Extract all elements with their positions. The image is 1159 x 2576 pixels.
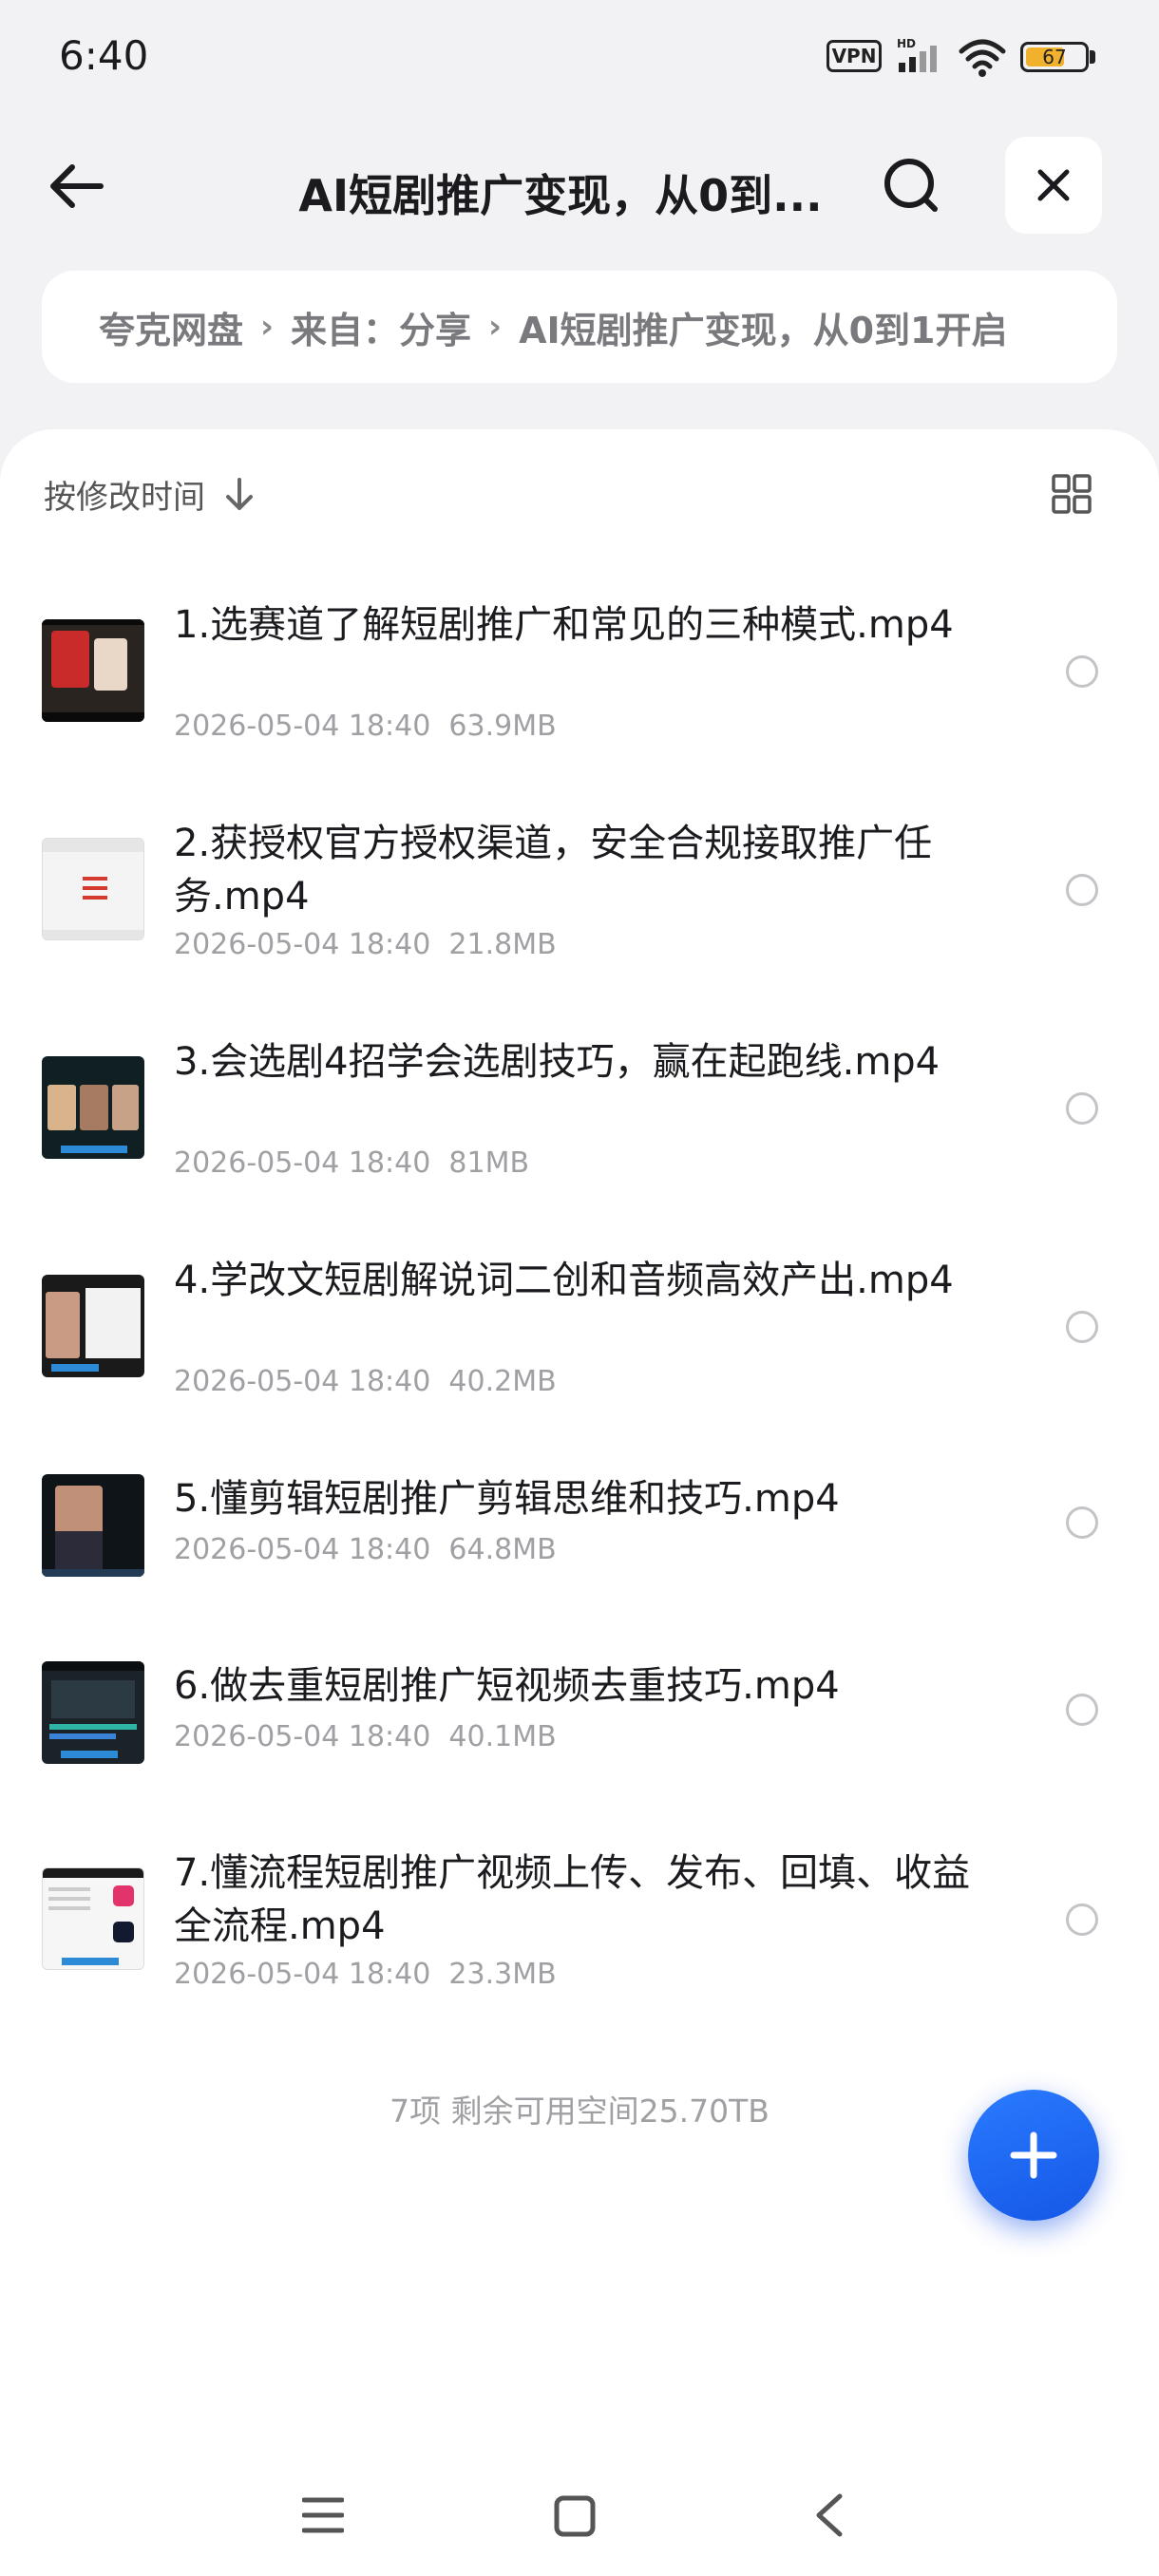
file-name: 6.做去重短剧推广短视频去重技巧.mp4 (174, 1664, 840, 1708)
video-thumbnail (42, 838, 144, 940)
file-name: 2.获授权官方授权渠道，安全合规接取推广任务.mp4 (174, 822, 933, 919)
select-radio[interactable] (1066, 1311, 1098, 1343)
file-size: 23.3MB (448, 1958, 557, 1991)
sort-label: 按修改时间 (44, 479, 205, 517)
video-thumbnail (42, 1474, 144, 1577)
file-size: 40.1MB (448, 1720, 557, 1753)
breadcrumb-separator: › (260, 308, 275, 346)
video-thumbnail (42, 1056, 144, 1159)
file-meta: 2026-05-04 18:40 63.9MB (174, 710, 557, 743)
video-thumbnail (42, 619, 144, 722)
sort-control[interactable]: 按修改时间 (44, 471, 256, 518)
plus-icon (1010, 2131, 1057, 2179)
close-icon (1037, 169, 1070, 201)
file-meta: 2026-05-04 18:40 23.3MB (174, 1958, 557, 1991)
file-size: 40.2MB (448, 1365, 557, 1398)
select-radio[interactable] (1066, 1694, 1098, 1726)
home-icon[interactable] (553, 2494, 597, 2538)
list-item[interactable]: 3.会选剧4招学会选剧技巧，赢在起跑线.mp4 2026-05-04 18:40… (0, 1009, 1159, 1199)
select-radio[interactable] (1066, 1506, 1098, 1539)
video-thumbnail (42, 1867, 144, 1970)
signal-icon: HD (897, 37, 937, 72)
menu-icon[interactable] (302, 2494, 344, 2536)
breadcrumb-item-share[interactable]: 来自：分享 (291, 301, 471, 353)
select-radio[interactable] (1066, 1092, 1098, 1125)
battery-percent: 67 (1042, 46, 1067, 68)
video-thumbnail (42, 1661, 144, 1764)
grid-view-icon[interactable] (1051, 473, 1092, 515)
arrow-down-icon (226, 477, 253, 510)
list-item[interactable]: 6.做去重短剧推广短视频去重技巧.mp4 2026-05-04 18:40 40… (0, 1633, 1159, 1823)
file-meta: 2026-05-04 18:40 40.1MB (174, 1720, 557, 1753)
select-radio[interactable] (1066, 874, 1098, 906)
back-chevron-icon[interactable] (811, 2492, 846, 2538)
search-icon[interactable] (878, 152, 946, 220)
add-button[interactable] (968, 2090, 1099, 2221)
file-meta: 2026-05-04 18:40 64.8MB (174, 1533, 557, 1566)
battery-tip (1090, 50, 1095, 64)
file-name: 1.选赛道了解短剧推广和常见的三种模式.mp4 (174, 603, 954, 647)
breadcrumb: 夸克网盘 › 来自：分享 › AI短剧推广变现，从0到1开启 (42, 271, 1117, 383)
vpn-badge: VPN (826, 40, 882, 72)
page-title: AI短剧推广变现，从0到... (298, 170, 823, 221)
wifi-icon (959, 39, 1006, 77)
list-item[interactable]: 2.获授权官方授权渠道，安全合规接取推广任务.mp4 2026-05-04 18… (0, 790, 1159, 980)
list-item[interactable]: 7.懂流程短剧推广视频上传、发布、回填、收益全流程.mp4 2026-05-04… (0, 1820, 1159, 2010)
list-item[interactable]: 4.学改文短剧解说词二创和音频高效产出.mp4 2026-05-04 18:40… (0, 1227, 1159, 1417)
file-meta: 2026-05-04 18:40 21.8MB (174, 928, 557, 961)
battery-icon: 67 (1020, 42, 1089, 72)
file-date: 2026-05-04 18:40 (174, 1533, 431, 1566)
network-type-label: HD (897, 37, 916, 50)
file-size: 64.8MB (448, 1533, 557, 1566)
file-name: 5.懂剪辑短剧推广剪辑思维和技巧.mp4 (174, 1477, 840, 1521)
file-meta: 2026-05-04 18:40 40.2MB (174, 1365, 557, 1398)
video-thumbnail (42, 1275, 144, 1377)
file-size: 81MB (448, 1146, 530, 1180)
file-date: 2026-05-04 18:40 (174, 710, 431, 743)
breadcrumb-item-root[interactable]: 夸克网盘 (99, 301, 243, 353)
list-item[interactable]: 5.懂剪辑短剧推广剪辑思维和技巧.mp4 2026-05-04 18:40 64… (0, 1446, 1159, 1636)
select-radio[interactable] (1066, 655, 1098, 688)
system-nav-bar (0, 2460, 1159, 2576)
file-date: 2026-05-04 18:40 (174, 1720, 431, 1753)
breadcrumb-separator: › (488, 308, 503, 346)
header: AI短剧推广变现，从0到... (0, 123, 1159, 247)
file-name: 3.会选剧4招学会选剧技巧，赢在起跑线.mp4 (174, 1040, 940, 1084)
close-button[interactable] (1005, 137, 1102, 234)
file-name: 7.懂流程短剧推广视频上传、发布、回填、收益全流程.mp4 (174, 1851, 971, 1948)
file-date: 2026-05-04 18:40 (174, 1958, 431, 1991)
file-name: 4.学改文短剧解说词二创和音频高效产出.mp4 (174, 1259, 954, 1302)
status-time: 6:40 (59, 32, 149, 79)
status-bar: 6:40 VPN HD 67 (0, 0, 1159, 114)
select-radio[interactable] (1066, 1904, 1098, 1936)
file-date: 2026-05-04 18:40 (174, 928, 431, 961)
file-meta: 2026-05-04 18:40 81MB (174, 1146, 529, 1180)
file-date: 2026-05-04 18:40 (174, 1365, 431, 1398)
file-size: 21.8MB (448, 928, 557, 961)
file-size: 63.9MB (448, 710, 557, 743)
file-date: 2026-05-04 18:40 (174, 1146, 431, 1180)
back-arrow-icon[interactable] (42, 152, 110, 220)
breadcrumb-item-current[interactable]: AI短剧推广变现，从0到1开启 (519, 301, 1007, 353)
screen: 6:40 VPN HD 67 AI短剧推广变现，从0到... 夸克网盘 › 来自… (0, 0, 1159, 2576)
file-panel: 按修改时间 1.选赛道了解短剧推广和常见的三种模式.mp4 2026-05-04… (0, 429, 1159, 2576)
list-item[interactable]: 1.选赛道了解短剧推广和常见的三种模式.mp4 2026-05-04 18:40… (0, 572, 1159, 762)
